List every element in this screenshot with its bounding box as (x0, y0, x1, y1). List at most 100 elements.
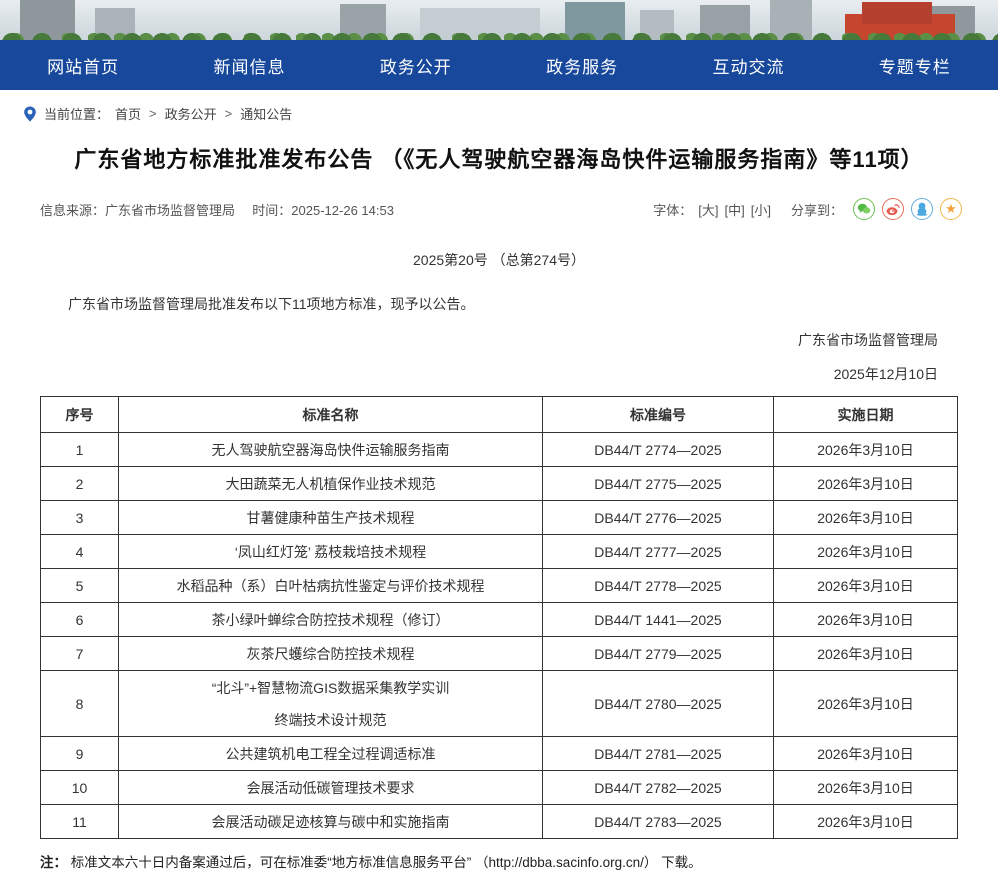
share-weibo-icon[interactable] (882, 198, 904, 220)
cell-name: 灰茶尺蠖综合防控技术规程 (119, 637, 543, 671)
cell-code: DB44/T 2782—2025 (543, 771, 774, 805)
table-row: 8 “北斗”+智慧物流GIS数据采集教学实训终端技术设计规范 DB44/T 27… (41, 671, 958, 737)
cell-date: 2026年3月10日 (774, 603, 958, 637)
cell-index: 3 (41, 501, 119, 535)
cell-date: 2026年3月10日 (774, 637, 958, 671)
breadcrumb-separator: > (225, 106, 233, 121)
cell-name: 茶小绿叶蝉综合防控技术规程（修订） (119, 603, 543, 637)
cell-date: 2026年3月10日 (774, 771, 958, 805)
share-qq-icon[interactable] (911, 198, 933, 220)
cell-code: DB44/T 2780—2025 (543, 671, 774, 737)
cell-code: DB44/T 1441—2025 (543, 603, 774, 637)
breadcrumb-notices[interactable]: 通知公告 (240, 104, 292, 123)
share-favorite-icon[interactable]: ★ (940, 198, 962, 220)
col-header-name: 标准名称 (119, 397, 543, 433)
cell-index: 11 (41, 805, 119, 839)
time-value: 2025-12-26 14:53 (291, 203, 394, 218)
cell-index: 4 (41, 535, 119, 569)
breadcrumb: 当前位置： 首页 > 政务公开 > 通知公告 (0, 90, 998, 124)
cell-date: 2026年3月10日 (774, 737, 958, 771)
signature-org: 广东省市场监督管理局 (0, 330, 938, 350)
cell-code: DB44/T 2779—2025 (543, 637, 774, 671)
cell-index: 8 (41, 671, 119, 737)
announcement-body: 广东省市场监督管理局批准发布以下11项地方标准，现予以公告。 (40, 294, 958, 314)
table-header-row: 序号 标准名称 标准编号 实施日期 (41, 397, 958, 433)
cell-name: 会展活动碳足迹核算与碳中和实施指南 (119, 805, 543, 839)
cell-code: DB44/T 2781—2025 (543, 737, 774, 771)
font-size-small-button[interactable]: [小] (751, 200, 771, 219)
cell-date: 2026年3月10日 (774, 671, 958, 737)
footnote-label: 注： (40, 855, 67, 870)
table-row: 5 水稻品种（系）白叶枯病抗性鉴定与评价技术规程 DB44/T 2778—202… (41, 569, 958, 603)
cell-code: DB44/T 2777—2025 (543, 535, 774, 569)
cell-index: 6 (41, 603, 119, 637)
cell-date: 2026年3月10日 (774, 501, 958, 535)
cell-date: 2026年3月10日 (774, 467, 958, 501)
cell-name: 水稻品种（系）白叶枯病抗性鉴定与评价技术规程 (119, 569, 543, 603)
breadcrumb-separator: > (149, 106, 157, 121)
footnote: 注： 标准文本六十日内备案通过后，可在标准委“地方标准信息服务平台” （http… (40, 851, 958, 871)
cell-name: “北斗”+智慧物流GIS数据采集教学实训终端技术设计规范 (119, 671, 543, 737)
article-source: 信息来源：广东省市场监督管理局 时间：2025-12-26 14:53 (40, 200, 394, 219)
breadcrumb-gov-info[interactable]: 政务公开 (165, 104, 217, 123)
cell-name: 公共建筑机电工程全过程调适标准 (119, 737, 543, 771)
table-row: 1 无人驾驶航空器海岛快件运输服务指南 DB44/T 2774—2025 202… (41, 433, 958, 467)
cell-code: DB44/T 2783—2025 (543, 805, 774, 839)
cell-name: ‘凤山红灯笼’ 荔枝栽培技术规程 (119, 535, 543, 569)
table-row: 10 会展活动低碳管理技术要求 DB44/T 2782—2025 2026年3月… (41, 771, 958, 805)
share-wechat-icon[interactable] (853, 198, 875, 220)
header-banner-image (0, 0, 998, 40)
nav-item-gov-info[interactable]: 政务公开 (333, 40, 499, 90)
table-row: 3 甘薯健康种苗生产技术规程 DB44/T 2776—2025 2026年3月1… (41, 501, 958, 535)
time-label: 时间： (252, 203, 291, 218)
signature-date: 2025年12月10日 (0, 364, 938, 384)
footnote-text: 标准文本六十日内备案通过后，可在标准委“地方标准信息服务平台” （http://… (71, 855, 702, 870)
col-header-index: 序号 (41, 397, 119, 433)
cell-index: 5 (41, 569, 119, 603)
table-row: 6 茶小绿叶蝉综合防控技术规程（修订） DB44/T 1441—2025 202… (41, 603, 958, 637)
nav-item-interact[interactable]: 互动交流 (665, 40, 831, 90)
standards-table-wrap: 序号 标准名称 标准编号 实施日期 1 无人驾驶航空器海岛快件运输服务指南 DB… (40, 396, 958, 839)
cell-name: 大田蔬菜无人机植保作业技术规范 (119, 467, 543, 501)
cell-date: 2026年3月10日 (774, 433, 958, 467)
cell-date: 2026年3月10日 (774, 805, 958, 839)
cell-name: 甘薯健康种苗生产技术规程 (119, 501, 543, 535)
article-meta: 信息来源：广东省市场监督管理局 时间：2025-12-26 14:53 字体： … (40, 198, 962, 220)
col-header-date: 实施日期 (774, 397, 958, 433)
col-header-code: 标准编号 (543, 397, 774, 433)
cell-name: 会展活动低碳管理技术要求 (119, 771, 543, 805)
table-row: 7 灰茶尺蠖综合防控技术规程 DB44/T 2779—2025 2026年3月1… (41, 637, 958, 671)
standards-table: 序号 标准名称 标准编号 实施日期 1 无人驾驶航空器海岛快件运输服务指南 DB… (40, 396, 958, 839)
cell-date: 2026年3月10日 (774, 569, 958, 603)
cell-code: DB44/T 2774—2025 (543, 433, 774, 467)
nav-item-services[interactable]: 政务服务 (499, 40, 665, 90)
article-tools: 字体： [大] [中] [小] 分享到： (653, 198, 962, 220)
nav-item-topics[interactable]: 专题专栏 (832, 40, 998, 90)
breadcrumb-label: 当前位置： (44, 104, 109, 123)
location-pin-icon (22, 106, 38, 122)
cell-code: DB44/T 2778—2025 (543, 569, 774, 603)
main-nav: 网站首页 新闻信息 政务公开 政务服务 互动交流 专题专栏 (0, 40, 998, 90)
nav-item-home[interactable]: 网站首页 (0, 40, 166, 90)
cell-name: 无人驾驶航空器海岛快件运输服务指南 (119, 433, 543, 467)
font-size-medium-button[interactable]: [中] (725, 200, 745, 219)
cell-index: 9 (41, 737, 119, 771)
source-value: 广东省市场监督管理局 (105, 203, 235, 218)
cell-index: 7 (41, 637, 119, 671)
cell-code: DB44/T 2776—2025 (543, 501, 774, 535)
cell-index: 1 (41, 433, 119, 467)
cell-index: 2 (41, 467, 119, 501)
doc-number: 2025第20号 （总第274号） (0, 250, 998, 270)
cell-date: 2026年3月10日 (774, 535, 958, 569)
breadcrumb-home[interactable]: 首页 (115, 104, 141, 123)
table-row: 2 大田蔬菜无人机植保作业技术规范 DB44/T 2775—2025 2026年… (41, 467, 958, 501)
source-label: 信息来源： (40, 203, 105, 218)
table-row-highlighted: 9 公共建筑机电工程全过程调适标准 DB44/T 2781—2025 2026年… (41, 737, 958, 771)
share-buttons: ★ (853, 198, 962, 220)
nav-item-news[interactable]: 新闻信息 (166, 40, 332, 90)
page-title: 广东省地方标准批准发布公告 （《无人驾驶航空器海岛快件运输服务指南》等11项） (0, 142, 998, 174)
font-size-large-button[interactable]: [大] (698, 200, 718, 219)
font-size-label: 字体： (653, 200, 692, 219)
banner-treeline (0, 27, 998, 40)
table-row: 11 会展活动碳足迹核算与碳中和实施指南 DB44/T 2783—2025 20… (41, 805, 958, 839)
